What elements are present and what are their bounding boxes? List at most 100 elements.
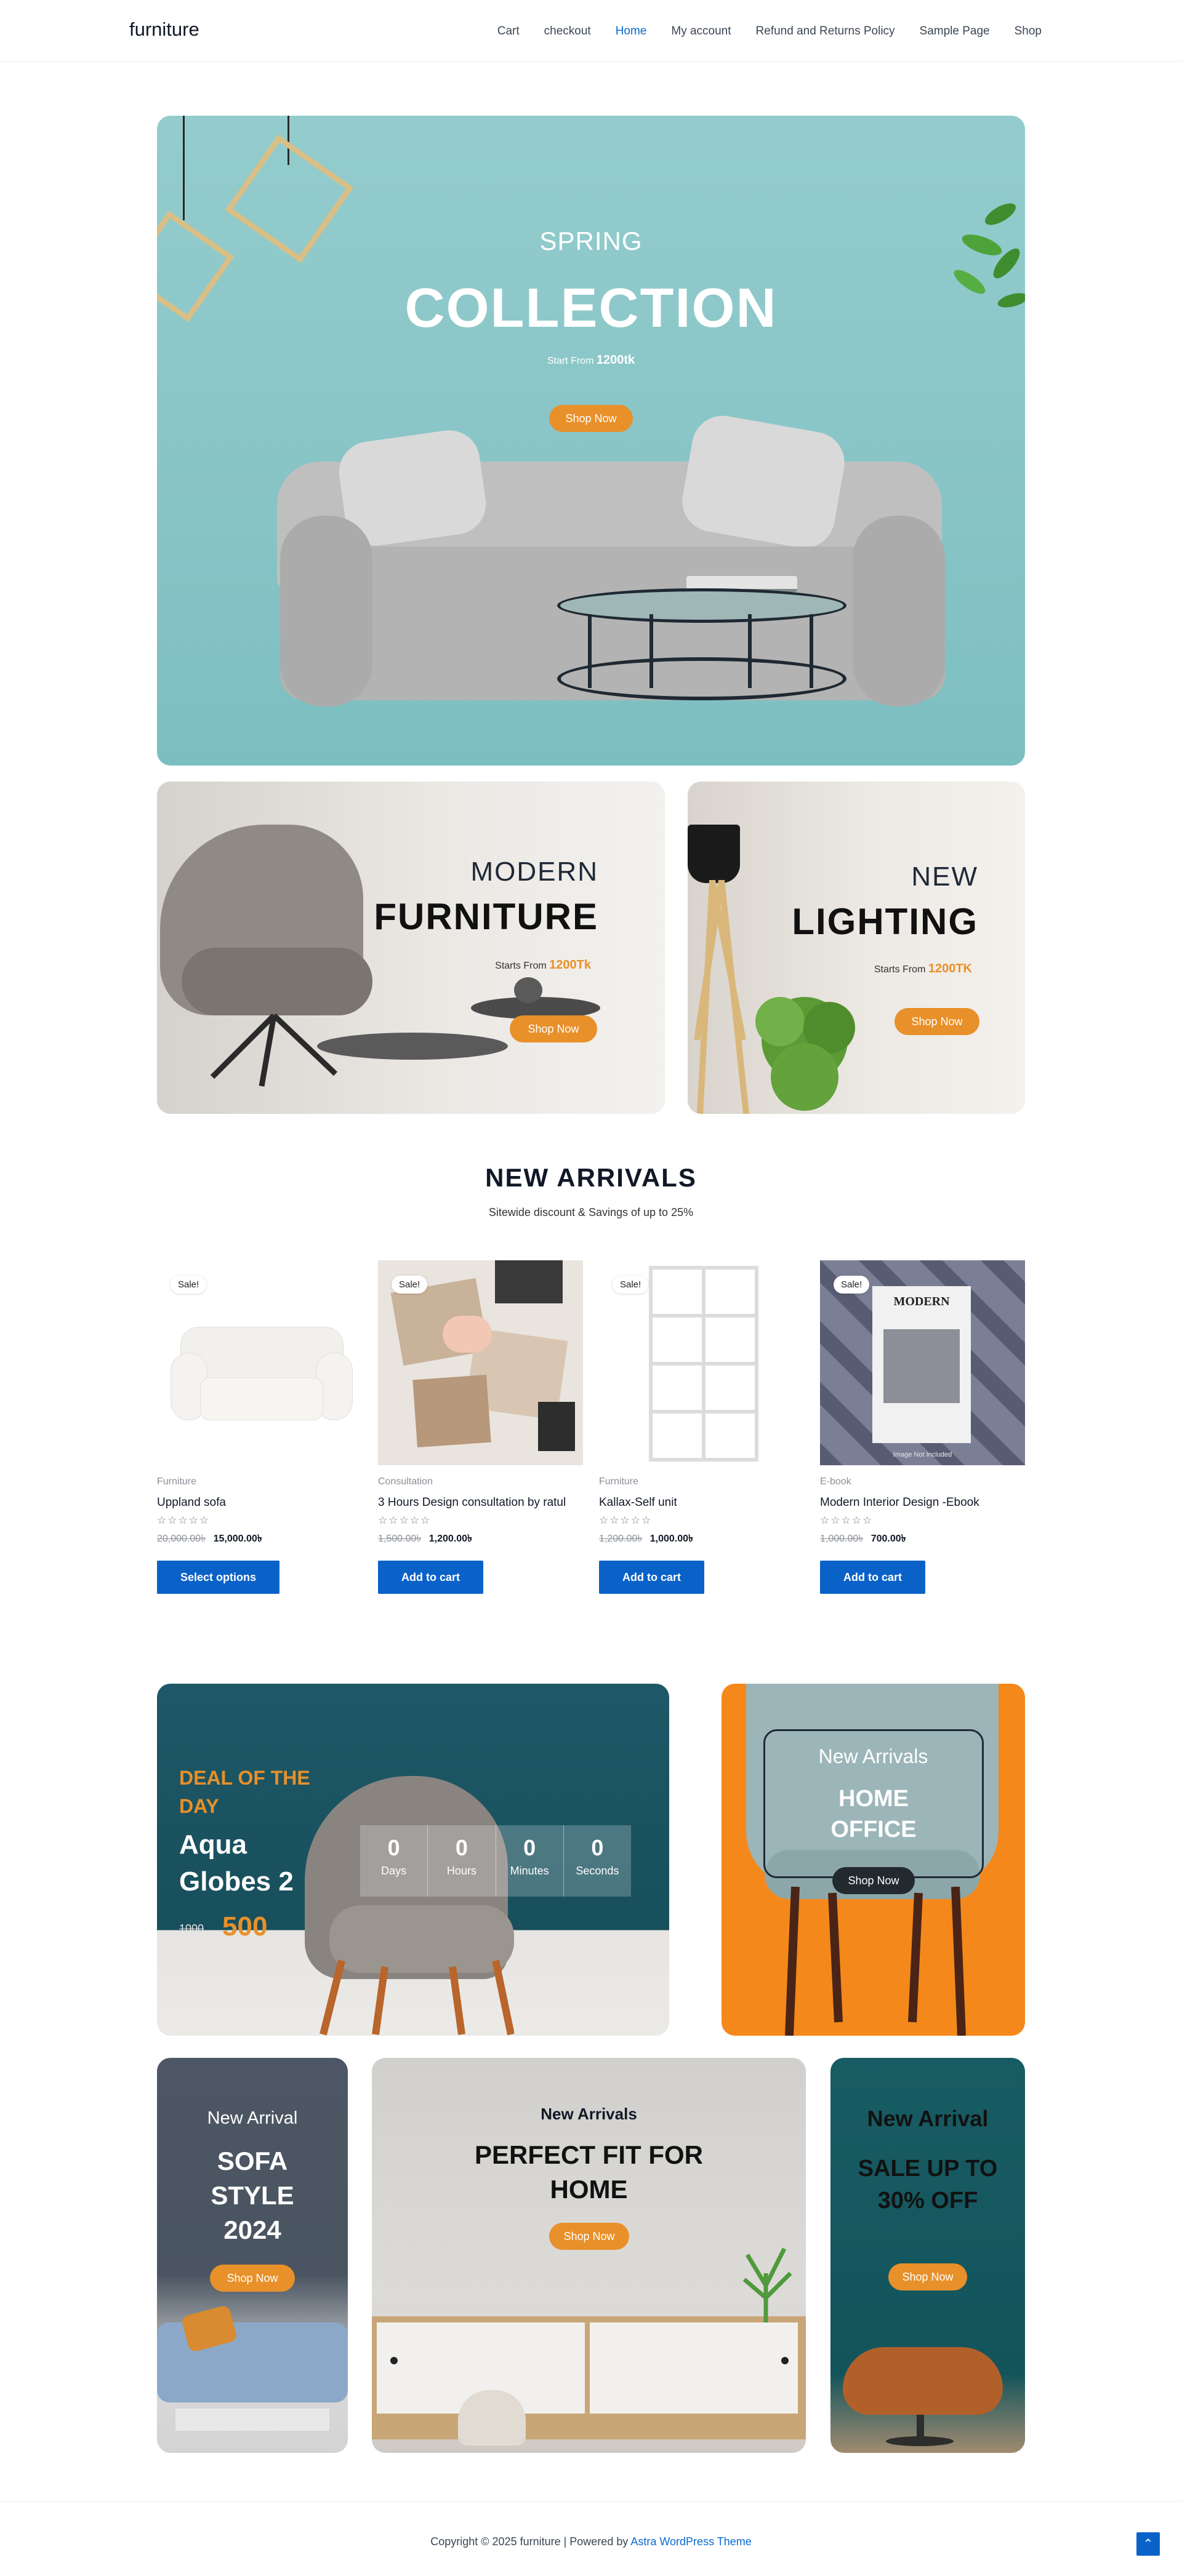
image-note: Image Not Included bbox=[893, 1451, 952, 1458]
product-image[interactable]: Sale! bbox=[378, 1260, 583, 1465]
new-arrivals-title: NEW ARRIVALS bbox=[485, 1163, 697, 1192]
office-shop-now-button[interactable]: Shop Now bbox=[832, 1867, 915, 1894]
product-price: 1,200.00৳ 1,000.00৳ bbox=[599, 1530, 804, 1547]
copyright-text: Copyright © 2025 furniture | Powered by bbox=[430, 2535, 629, 2548]
add-to-cart-button[interactable]: Add to cart bbox=[378, 1561, 484, 1594]
nav-my-account[interactable]: My account bbox=[671, 25, 731, 38]
site-footer: Copyright © 2025 furniture | Powered by … bbox=[0, 2501, 1182, 2576]
nav-checkout[interactable]: checkout bbox=[544, 25, 591, 38]
old-price: 1,000.00৳ bbox=[820, 1534, 864, 1544]
add-to-cart-button[interactable]: Add to cart bbox=[820, 1561, 926, 1594]
nav-refund-policy[interactable]: Refund and Returns Policy bbox=[756, 25, 895, 38]
sale-badge: Sale! bbox=[613, 1276, 649, 1294]
site-logo[interactable]: furniture bbox=[129, 18, 199, 41]
starts-price: 1200Tk bbox=[549, 958, 591, 972]
product-image[interactable]: Sale! bbox=[157, 1260, 362, 1465]
promo-new-lighting: NEW LIGHTING Starts From 1200TK Shop Now bbox=[688, 782, 1025, 1114]
floor-lamp-image bbox=[688, 825, 740, 883]
sofa-style-banner: New Arrival SOFA STYLE 2024 Shop Now bbox=[157, 2058, 348, 2453]
sale-banner: New Arrival SALE UP TO 30% OFF Shop Now bbox=[830, 2058, 1025, 2453]
nav-cart[interactable]: Cart bbox=[497, 25, 520, 38]
sofa-style-line1: New Arrival bbox=[207, 2108, 298, 2128]
hands-image bbox=[443, 1316, 492, 1353]
product-card: Sale! Consultation 3 Hours Design consul… bbox=[378, 1260, 583, 1594]
countdown-value: 0 bbox=[387, 1835, 400, 1860]
chair-base-image bbox=[886, 2436, 954, 2446]
promo-light-shop-button[interactable]: Shop Now bbox=[895, 1008, 979, 1035]
product-category[interactable]: Furniture bbox=[157, 1476, 362, 1487]
astra-theme-link[interactable]: Astra WordPress Theme bbox=[630, 2535, 751, 2548]
sale-price: 1,000.00৳ bbox=[649, 1534, 693, 1544]
hero-shop-now-button[interactable]: Shop Now bbox=[549, 405, 633, 432]
hero-title: COLLECTION bbox=[404, 278, 778, 339]
nav-home[interactable]: Home bbox=[616, 25, 647, 38]
select-options-button[interactable]: Select options bbox=[157, 1561, 280, 1594]
new-arrivals-subtitle: Sitewide discount & Savings of up to 25% bbox=[488, 1206, 694, 1218]
product-category[interactable]: E-book bbox=[820, 1476, 1025, 1487]
product-card: MODERN Image Not Included Sale! E-book M… bbox=[820, 1260, 1025, 1594]
coffee-table-image bbox=[557, 588, 846, 623]
countdown-value: 0 bbox=[455, 1835, 468, 1860]
nav-sample-page[interactable]: Sample Page bbox=[920, 25, 990, 38]
calculator-image bbox=[538, 1402, 575, 1451]
perfect-fit-line1: New Arrivals bbox=[541, 2105, 637, 2123]
starts-price: 1200TK bbox=[928, 962, 972, 975]
countdown-hours: 0 Hours bbox=[428, 1825, 496, 1897]
sofa-seat-image bbox=[200, 1377, 323, 1420]
old-price: 1,500.00৳ bbox=[378, 1534, 422, 1544]
rating-stars-icon: ☆☆☆☆☆ bbox=[599, 1514, 653, 1526]
countdown-days: 0 Days bbox=[360, 1825, 428, 1897]
countdown-label: Minutes bbox=[510, 1865, 549, 1877]
perfect-fit-shop-button[interactable]: Shop Now bbox=[549, 2223, 629, 2250]
deal-of-the-day-banner: DEAL OF THE DAY Aqua Globes 2 1000 500 0… bbox=[157, 1684, 669, 2036]
old-price: 1,200.00৳ bbox=[599, 1534, 643, 1544]
sideboard-door-image bbox=[590, 2322, 798, 2414]
deal-old-price: 1000 bbox=[179, 1922, 204, 1935]
sale-price: 15,000.00৳ bbox=[213, 1534, 262, 1544]
shelf-unit-image bbox=[649, 1266, 758, 1462]
countdown-timer: 0 Days 0 Hours 0 Minutes 0 Seconds bbox=[360, 1825, 631, 1897]
rating-stars-icon: ☆☆☆☆☆ bbox=[820, 1514, 874, 1526]
laptop-image bbox=[495, 1260, 563, 1303]
pouf-image bbox=[458, 2390, 526, 2446]
plant-image bbox=[755, 997, 855, 1111]
countdown-label: Hours bbox=[446, 1865, 476, 1877]
hero-start-label: Start From bbox=[547, 356, 594, 366]
chair-stand-image bbox=[917, 2415, 924, 2439]
scroll-top-button[interactable]: ⌃ bbox=[1136, 2532, 1160, 2556]
hero-subtitle: SPRING bbox=[539, 226, 643, 255]
product-card: Sale! Furniture Kallax-Self unit ☆☆☆☆☆ 1… bbox=[599, 1260, 804, 1594]
product-name[interactable]: Kallax-Self unit bbox=[599, 1496, 804, 1510]
sofa-arm-image bbox=[280, 516, 372, 706]
old-price: 20,000.00৳ bbox=[157, 1534, 206, 1544]
ebook-cover-image: MODERN bbox=[872, 1286, 971, 1443]
promo-modern-shop-button[interactable]: Shop Now bbox=[510, 1015, 597, 1042]
promo-light-line2: LIGHTING bbox=[792, 901, 978, 942]
nav-shop[interactable]: Shop bbox=[1015, 25, 1042, 38]
promo-light-line1: NEW bbox=[911, 862, 978, 892]
sale-price: 1,200.00৳ bbox=[428, 1534, 472, 1544]
product-name[interactable]: Uppland sofa bbox=[157, 1496, 362, 1510]
sofa-style-shop-button[interactable]: Shop Now bbox=[210, 2265, 295, 2292]
main-nav: Cart checkout Home My account Refund and… bbox=[473, 25, 1042, 38]
add-to-cart-button[interactable]: Add to cart bbox=[599, 1561, 705, 1594]
sale-badge: Sale! bbox=[171, 1276, 207, 1294]
promo-light-price: Starts From 1200TK bbox=[874, 962, 972, 976]
promo-modern-line1: MODERN bbox=[470, 857, 598, 887]
sale-shop-now-button[interactable]: Shop Now bbox=[888, 2263, 967, 2290]
product-image[interactable]: MODERN Image Not Included Sale! bbox=[820, 1260, 1025, 1465]
product-name[interactable]: Modern Interior Design -Ebook bbox=[820, 1496, 1025, 1510]
starts-label: Starts From bbox=[874, 964, 926, 975]
countdown-label: Days bbox=[381, 1865, 407, 1877]
product-price: 1,500.00৳ 1,200.00৳ bbox=[378, 1530, 583, 1547]
sale-badge: Sale! bbox=[834, 1276, 870, 1294]
product-image[interactable]: Sale! bbox=[599, 1260, 804, 1465]
footer-copyright: Copyright © 2025 furniture | Powered by … bbox=[0, 2535, 1182, 2548]
sofa-style-line2: SOFA STYLE 2024 bbox=[211, 2146, 294, 2244]
promo-modern-line2: FURNITURE bbox=[374, 896, 598, 937]
product-category[interactable]: Furniture bbox=[599, 1476, 804, 1487]
product-category[interactable]: Consultation bbox=[378, 1476, 583, 1487]
product-name[interactable]: 3 Hours Design consultation by ratul bbox=[378, 1496, 583, 1510]
lamp-wire bbox=[183, 116, 185, 220]
coffee-table-image bbox=[317, 1033, 508, 1060]
